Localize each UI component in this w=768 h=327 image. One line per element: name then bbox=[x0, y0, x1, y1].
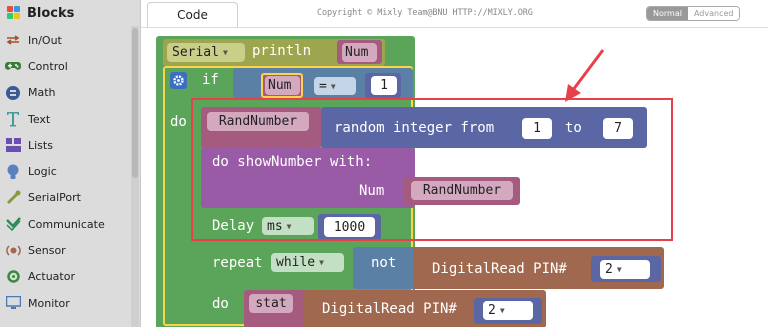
sidebar-item-sensor[interactable]: Sensor bbox=[0, 237, 140, 263]
highlight-rectangle bbox=[191, 98, 673, 241]
repeat-label: repeat bbox=[212, 255, 263, 271]
math-icon bbox=[5, 85, 21, 101]
num-var-field[interactable]: Num bbox=[265, 76, 300, 95]
sidebar-item-label: In/Out bbox=[28, 33, 62, 47]
block-category-sidebar: Blocks In/Out Control Math Text Lists Lo… bbox=[0, 0, 141, 327]
sidebar-item-label: Communicate bbox=[28, 217, 105, 231]
sidebar-item-label: Logic bbox=[28, 165, 57, 179]
sidebar-item-serialport[interactable]: SerialPort bbox=[0, 185, 140, 211]
sidebar-item-in-out[interactable]: In/Out bbox=[0, 27, 140, 53]
communicate-icon bbox=[5, 216, 21, 232]
blocks-logo-icon bbox=[7, 5, 23, 22]
tab-code[interactable]: Code bbox=[147, 2, 238, 27]
sidebar-item-label: Control bbox=[28, 59, 68, 73]
equals-operator-dropdown[interactable]: = ▼ bbox=[314, 77, 356, 95]
num-variable-field[interactable]: Num bbox=[342, 43, 377, 62]
not-label: not bbox=[371, 255, 397, 271]
serialport-icon bbox=[5, 190, 21, 206]
actuator-icon bbox=[5, 269, 21, 285]
digitalread-label: DigitalRead PIN# bbox=[432, 261, 567, 277]
sidebar-item-label: SerialPort bbox=[28, 191, 81, 205]
sidebar-title: Blocks bbox=[27, 6, 75, 21]
do-label: do bbox=[170, 114, 187, 130]
sidebar-item-label: Monitor bbox=[28, 296, 70, 310]
sidebar-item-actuator[interactable]: Actuator bbox=[0, 264, 140, 290]
number-one-field[interactable]: 1 bbox=[371, 76, 397, 95]
sidebar-scrollbar-thumb[interactable] bbox=[132, 28, 138, 178]
sidebar-item-label: Math bbox=[28, 86, 56, 100]
serial-dropdown[interactable]: Serial ▼ bbox=[167, 43, 245, 62]
sidebar-item-label: Text bbox=[28, 112, 51, 126]
stat-variable-field[interactable]: stat bbox=[249, 294, 293, 313]
annotation-arrow-icon bbox=[565, 49, 605, 102]
if-label: if bbox=[202, 72, 219, 88]
sidebar-item-communicate[interactable]: Communicate bbox=[0, 211, 140, 237]
gear-icon bbox=[173, 75, 184, 86]
do2-label: do bbox=[212, 296, 229, 312]
while-mode-dropdown[interactable]: while ▼ bbox=[271, 253, 344, 272]
gamepad-icon bbox=[5, 58, 21, 74]
copyright-notice: Copyright © Mixly Team@BNU HTTP://MIXLY.… bbox=[317, 8, 533, 18]
block-workspace[interactable]: Serial ▼ println Num if do Num = ▼ 1 RandN… bbox=[141, 27, 768, 327]
lightbulb-icon bbox=[5, 164, 21, 180]
sidebar-item-monitor[interactable]: Monitor bbox=[0, 290, 140, 316]
sidebar-item-label: Lists bbox=[28, 138, 53, 152]
editor-topbar: Code Copyright © Mixly Team@BNU HTTP://M… bbox=[141, 0, 768, 27]
sidebar-item-label: Actuator bbox=[28, 270, 75, 284]
println-label: println bbox=[252, 43, 312, 59]
mixly-window: Blocks In/Out Control Math Text Lists Lo… bbox=[0, 0, 768, 327]
sidebar-item-text[interactable]: Text bbox=[0, 106, 140, 132]
mode-advanced-button[interactable]: Advanced bbox=[687, 7, 740, 20]
mode-normal-button[interactable]: Normal bbox=[647, 7, 688, 20]
monitor-icon bbox=[5, 295, 21, 311]
pin-dropdown[interactable]: 2 ▼ bbox=[600, 260, 650, 279]
mode-toggle[interactable]: Normal Advanced bbox=[646, 6, 741, 21]
sidebar-item-control[interactable]: Control bbox=[0, 53, 140, 79]
text-icon bbox=[5, 111, 21, 127]
sidebar-item-math[interactable]: Math bbox=[0, 80, 140, 106]
sidebar-item-label: Sensor bbox=[28, 244, 66, 258]
gear-icon-container[interactable] bbox=[170, 72, 187, 89]
digitalread-label-2: DigitalRead PIN# bbox=[322, 301, 457, 317]
sidebar-header: Blocks bbox=[0, 0, 140, 27]
pin-dropdown-2[interactable]: 2 ▼ bbox=[483, 301, 533, 320]
sensor-icon bbox=[5, 243, 21, 259]
sidebar-item-lists[interactable]: Lists bbox=[0, 132, 140, 158]
in-out-icon bbox=[5, 32, 21, 48]
sidebar-item-logic[interactable]: Logic bbox=[0, 158, 140, 184]
lists-icon bbox=[5, 137, 21, 153]
